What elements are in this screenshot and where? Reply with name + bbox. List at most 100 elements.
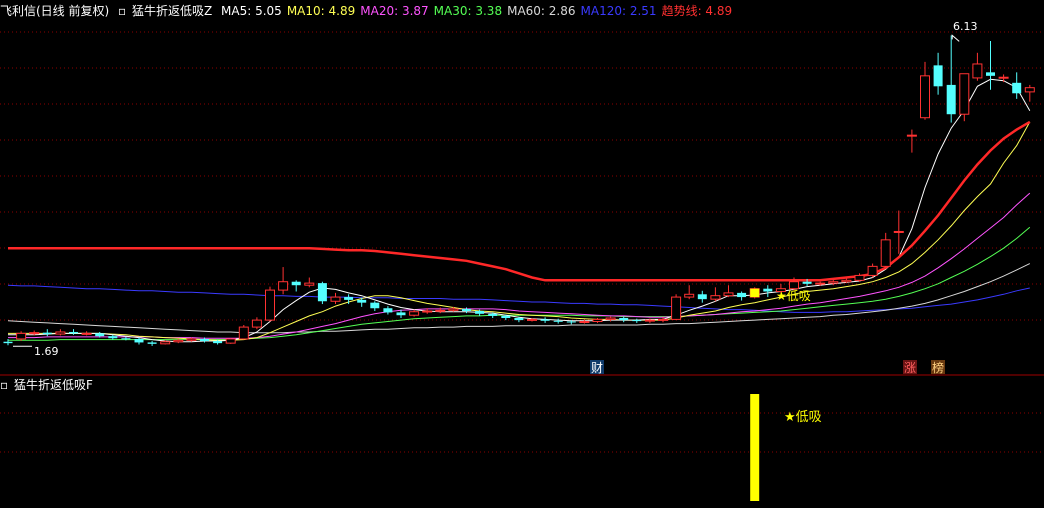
candle [225, 338, 236, 344]
candle [933, 52, 943, 95]
candle-body [986, 72, 995, 76]
candle [959, 73, 970, 122]
candle-body [3, 341, 13, 344]
candle-body [893, 230, 904, 233]
candle-body [998, 76, 1009, 79]
badge-bang[interactable]: 榜 [931, 360, 945, 375]
candle-body [592, 318, 603, 322]
candle-body [396, 312, 406, 316]
low-price-label: 1.69 [34, 345, 59, 358]
indicator-caret-icon[interactable]: ▫ [118, 4, 126, 18]
candle-body [108, 336, 118, 339]
candle-body [160, 341, 171, 345]
ma-legend-item: MA20: 3.87 [360, 4, 429, 18]
candle-body [632, 320, 642, 322]
candle [370, 301, 380, 312]
candle-body [409, 311, 420, 316]
stock-title[interactable]: 飞利信(日线 前复权) [0, 4, 109, 18]
ma10-line [8, 121, 1031, 341]
candle [42, 329, 52, 337]
candle [671, 294, 682, 321]
candle [69, 329, 78, 335]
candle [946, 35, 956, 123]
candle-body [383, 308, 393, 313]
ma-legend-item: MA10: 4.89 [286, 4, 356, 18]
candle-body [920, 75, 930, 119]
candle-body [225, 338, 236, 344]
candle [304, 277, 315, 288]
candle [134, 337, 144, 345]
candle [330, 292, 341, 305]
candle-body [815, 282, 826, 285]
moving-average-lines [7, 78, 1031, 343]
candle-body [737, 292, 747, 298]
candle [619, 316, 629, 323]
candle-body [213, 341, 223, 344]
candle [16, 331, 27, 342]
candle [723, 285, 734, 298]
sub-indicator-name[interactable]: 猛牛折返低吸F [14, 378, 93, 392]
candle-body [29, 332, 40, 335]
main-header: 飞利信(日线 前复权) ▫ 猛牛折返低吸Z MA5: 5.05 MA10: 4.8… [0, 2, 742, 20]
high-price-label: 6.13 [953, 20, 978, 33]
badge-zhang[interactable]: 涨 [903, 360, 917, 375]
ma5-line [8, 78, 1031, 343]
candle-body [684, 293, 695, 298]
candle [867, 263, 878, 278]
candle-body [200, 338, 209, 342]
candle-body [723, 292, 734, 297]
candle-body [527, 318, 537, 321]
candle [893, 210, 904, 254]
candle [906, 129, 917, 153]
signal-candle [750, 288, 760, 298]
signal-bar [750, 394, 760, 501]
candle-body [553, 320, 563, 322]
candle-body [644, 319, 655, 322]
indicator-name[interactable]: 猛牛折返低吸Z [132, 4, 212, 18]
candle [317, 281, 327, 305]
sub-header: ▫ 猛牛折返低吸F [0, 376, 98, 394]
candle [710, 287, 721, 302]
candle [1012, 72, 1022, 99]
candle-body [95, 333, 105, 337]
candle-body [317, 283, 327, 302]
signal-label-main: ★低吸 [776, 289, 811, 303]
ma-legend-item: MA5: 5.05 [221, 4, 282, 18]
candle-body [462, 308, 471, 312]
candle-body [357, 299, 367, 303]
candle [540, 317, 550, 323]
candle-body [55, 331, 66, 335]
candle [579, 319, 590, 324]
candle-body [540, 319, 550, 321]
candle [920, 61, 930, 120]
badge-cai[interactable]: 财 [590, 360, 604, 375]
candle-body [566, 321, 576, 323]
candle-body [828, 281, 839, 284]
candle [435, 307, 446, 314]
ma-legend-item: MA60: 2.86 [507, 4, 576, 18]
candle [737, 291, 747, 301]
candle-body [514, 318, 524, 321]
candle-body [671, 296, 682, 320]
candle-body [972, 63, 983, 79]
candle-body [435, 309, 446, 312]
candle-body [475, 311, 485, 314]
candle-body [147, 342, 157, 344]
candle-body [42, 332, 52, 335]
candle [265, 286, 275, 322]
candle-body [854, 274, 865, 281]
candle [409, 309, 420, 317]
candle [1024, 84, 1035, 102]
ma-legend-item: MA30: 3.38 [433, 4, 503, 18]
sub-caret-icon[interactable]: ▫ [0, 378, 8, 392]
badge-zhang-text: 涨 [904, 360, 916, 375]
candle [684, 285, 695, 300]
candle [697, 290, 707, 303]
candle [880, 232, 891, 268]
candle-body [658, 318, 668, 321]
candle-body [802, 281, 812, 284]
candle-body [330, 296, 341, 302]
ma-legend: MA5: 5.05 MA10: 4.89 MA20: 3.87 MA30: 3.38 M… [221, 4, 737, 18]
candle-body [1012, 82, 1022, 94]
candle-body [605, 317, 616, 320]
